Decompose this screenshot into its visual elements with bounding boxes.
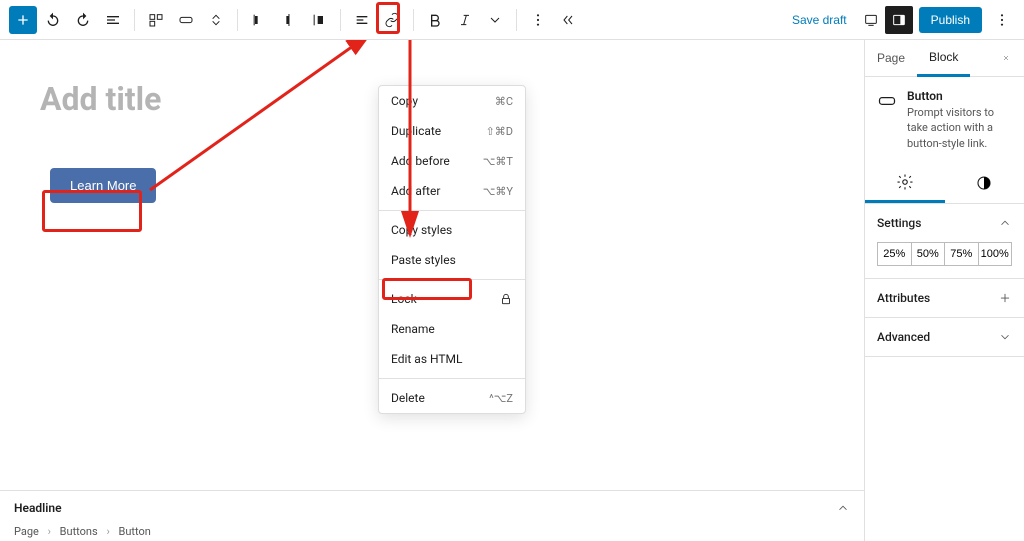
width-buttons: 25% 50% 75% 100% (877, 242, 1012, 266)
button-block[interactable]: Learn More (50, 168, 156, 203)
italic-button[interactable] (451, 6, 479, 34)
link-button[interactable] (378, 6, 406, 34)
align-left-button[interactable] (245, 6, 273, 34)
breadcrumb-button[interactable]: Button (118, 525, 150, 538)
menu-copy[interactable]: Copy⌘C (379, 86, 525, 116)
settings-sidebar: Page Block Button Prompt visitors to tak… (864, 40, 1024, 541)
headline-label: Headline (14, 501, 62, 515)
tab-block[interactable]: Block (917, 40, 970, 77)
close-sidebar-button[interactable] (996, 48, 1016, 68)
button-block-icon (877, 91, 897, 111)
menu-edit-html[interactable]: Edit as HTML (379, 344, 525, 374)
editor-canvas: Add title Learn More Copy⌘C Duplicate⇧⌘D… (0, 40, 864, 541)
menu-duplicate[interactable]: Duplicate⇧⌘D (379, 116, 525, 146)
menu-paste-styles[interactable]: Paste styles (379, 245, 525, 275)
publish-button[interactable]: Publish (919, 7, 982, 33)
plus-icon (998, 291, 1012, 305)
panel-settings-header[interactable]: Settings (865, 204, 1024, 242)
more-options-button[interactable] (524, 6, 552, 34)
subtab-settings[interactable] (865, 163, 945, 203)
settings-sidebar-button[interactable] (885, 6, 913, 34)
panel-attributes-header[interactable]: Attributes (865, 279, 1024, 317)
block-type-button-icon[interactable] (172, 6, 200, 34)
subtab-styles[interactable] (945, 163, 1024, 203)
contrast-icon (975, 174, 993, 192)
gear-icon (896, 173, 914, 191)
menu-delete[interactable]: Delete^⌥Z (379, 383, 525, 413)
width-50[interactable]: 50% (912, 242, 946, 266)
learn-more-button[interactable]: Learn More (50, 168, 156, 203)
headline-bar[interactable]: Headline (0, 490, 864, 525)
width-25[interactable]: 25% (877, 242, 912, 266)
width-75[interactable]: 75% (945, 242, 979, 266)
more-text-button[interactable] (481, 6, 509, 34)
block-description: Prompt visitors to take action with a bu… (907, 105, 1012, 151)
block-info: Button Prompt visitors to take action wi… (865, 77, 1024, 163)
bold-button[interactable] (421, 6, 449, 34)
save-draft-button[interactable]: Save draft (782, 7, 857, 33)
tab-page[interactable]: Page (865, 41, 917, 75)
move-tool-button[interactable] (202, 6, 230, 34)
collapse-toolbar-button[interactable] (554, 6, 582, 34)
chevron-down-icon (998, 330, 1012, 344)
document-overview-button[interactable] (99, 6, 127, 34)
align-right-button[interactable] (305, 6, 333, 34)
chevron-up-icon (836, 501, 850, 515)
close-icon (1002, 51, 1010, 65)
breadcrumb: Page › Buttons › Button (0, 522, 864, 541)
breadcrumb-page[interactable]: Page (14, 525, 39, 538)
undo-button[interactable] (39, 6, 67, 34)
options-button[interactable] (988, 6, 1016, 34)
menu-add-after[interactable]: Add after⌥⌘Y (379, 176, 525, 206)
menu-lock[interactable]: Lock (379, 284, 525, 314)
add-block-button[interactable] (9, 6, 37, 34)
lock-icon (499, 292, 513, 306)
block-title: Button (907, 89, 1012, 103)
menu-copy-styles[interactable]: Copy styles (379, 215, 525, 245)
text-align-button[interactable] (348, 6, 376, 34)
menu-rename[interactable]: Rename (379, 314, 525, 344)
redo-button[interactable] (69, 6, 97, 34)
block-options-menu: Copy⌘C Duplicate⇧⌘D Add before⌥⌘T Add af… (378, 85, 526, 414)
toolbar: Save draft Publish (0, 0, 1024, 40)
align-center-button[interactable] (275, 6, 303, 34)
parent-block-button[interactable] (142, 6, 170, 34)
panel-advanced-header[interactable]: Advanced (865, 318, 1024, 356)
menu-add-before[interactable]: Add before⌥⌘T (379, 146, 525, 176)
width-100[interactable]: 100% (979, 242, 1013, 266)
breadcrumb-buttons[interactable]: Buttons (60, 525, 98, 538)
preview-button[interactable] (857, 6, 885, 34)
chevron-up-icon (998, 216, 1012, 230)
